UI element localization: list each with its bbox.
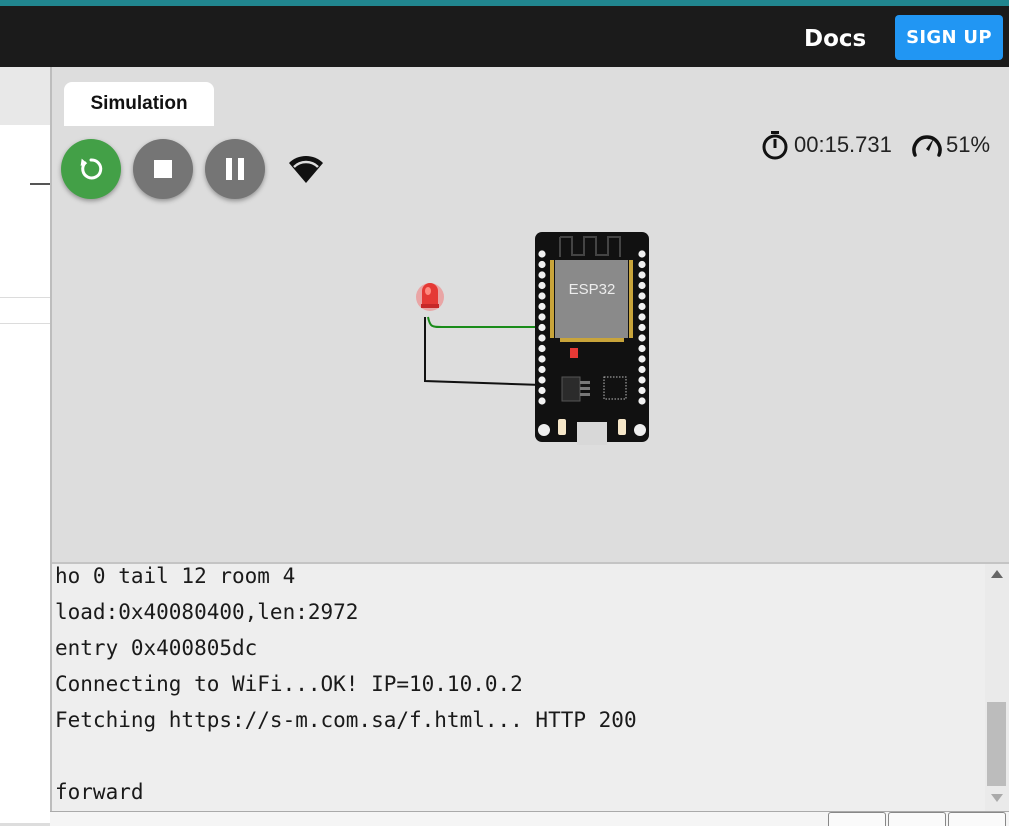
header-pin[interactable]: [638, 302, 646, 311]
header-pin[interactable]: [538, 334, 546, 342]
esp32-board[interactable]: ESP32: [535, 232, 649, 445]
top-nav-bar: Docs SIGN UP: [0, 6, 1009, 67]
header-pin[interactable]: [638, 292, 646, 300]
serial-scrollbar[interactable]: [985, 564, 1009, 811]
stop-icon: [154, 160, 172, 178]
scroll-down-arrow[interactable]: [991, 794, 1003, 802]
header-pin[interactable]: [638, 334, 646, 342]
serial-toolbar-button[interactable]: [828, 812, 886, 826]
serial-output: ho 0 tail 12 room 4 load:0x40080400,len:2…: [55, 558, 975, 810]
serial-line: Fetching https://s-m.com.sa/f.html... HT…: [55, 708, 637, 732]
tab-simulation[interactable]: Simulation: [64, 82, 214, 126]
header-pin[interactable]: [538, 271, 546, 279]
header-pin[interactable]: [538, 250, 546, 258]
header-pin[interactable]: [638, 376, 646, 384]
header-pin[interactable]: [538, 292, 546, 300]
header-pin[interactable]: [638, 323, 646, 332]
green-wire[interactable]: [427, 316, 542, 328]
serial-line: load:0x40080400,len:2972: [55, 600, 359, 624]
header-pin[interactable]: [538, 323, 546, 332]
speed-value: 51%: [946, 132, 991, 157]
header-pin[interactable]: [638, 260, 646, 269]
code-editor-panel: [0, 67, 50, 823]
stopwatch-icon: [762, 131, 788, 160]
restart-button[interactable]: [61, 139, 121, 199]
pause-button[interactable]: [205, 139, 265, 199]
docs-link[interactable]: Docs: [804, 26, 866, 52]
header-pin[interactable]: [538, 313, 546, 321]
timer-value: 00:15.731: [794, 132, 892, 157]
simulation-panel: Simulation 00:15.731 51% ESP32: [52, 67, 1009, 561]
serial-line: Connecting to WiFi...OK! IP=10.10.0.2: [55, 672, 523, 696]
esp32-chip-label: ESP32: [569, 281, 616, 298]
header-pin[interactable]: [538, 376, 546, 384]
header-pin[interactable]: [538, 302, 546, 311]
circuit-canvas: ESP32: [416, 232, 649, 445]
header-pin[interactable]: [638, 313, 646, 321]
header-pin[interactable]: [638, 271, 646, 279]
active-tab-indicator: [30, 183, 50, 185]
serial-line: ho 0 tail 12 room 4: [55, 564, 296, 588]
header-pin[interactable]: [638, 250, 646, 258]
speedometer-icon: [912, 135, 942, 157]
header-pin[interactable]: [638, 344, 646, 353]
header-pin[interactable]: [538, 281, 546, 290]
header-pin[interactable]: [538, 365, 546, 374]
header-pin[interactable]: [638, 365, 646, 374]
restart-icon: [80, 158, 103, 180]
editor-line-separator: [0, 297, 50, 298]
red-led[interactable]: [416, 283, 444, 311]
header-pin[interactable]: [538, 344, 546, 353]
serial-line: entry 0x400805dc: [55, 636, 258, 660]
serial-line: [55, 738, 975, 774]
wifi-icon[interactable]: [289, 153, 323, 183]
header-pin[interactable]: [538, 355, 546, 363]
serial-toolbar-button[interactable]: [888, 812, 946, 826]
serial-input-bar[interactable]: [50, 811, 1009, 826]
editor-line-separator: [0, 323, 50, 324]
sign-up-button[interactable]: SIGN UP: [895, 15, 1003, 60]
scroll-thumb[interactable]: [987, 702, 1006, 786]
simulation-speed: 51%: [911, 129, 990, 161]
stop-button[interactable]: [133, 139, 193, 199]
header-pin[interactable]: [538, 397, 546, 405]
scroll-up-arrow[interactable]: [991, 570, 1003, 578]
pause-icon: [226, 158, 244, 180]
simulation-timer: 00:15.731: [760, 129, 892, 161]
header-pin[interactable]: [638, 355, 646, 363]
serial-monitor[interactable]: ho 0 tail 12 room 4 load:0x40080400,len:2…: [50, 562, 1009, 826]
editor-toolbar: [0, 67, 50, 125]
header-pin[interactable]: [538, 260, 546, 269]
clear-serial-button[interactable]: [948, 812, 1006, 826]
header-pin[interactable]: [638, 386, 646, 395]
header-pin[interactable]: [638, 397, 646, 405]
serial-line: forward: [55, 780, 144, 804]
header-pin[interactable]: [538, 386, 546, 395]
header-pin[interactable]: [638, 281, 646, 290]
